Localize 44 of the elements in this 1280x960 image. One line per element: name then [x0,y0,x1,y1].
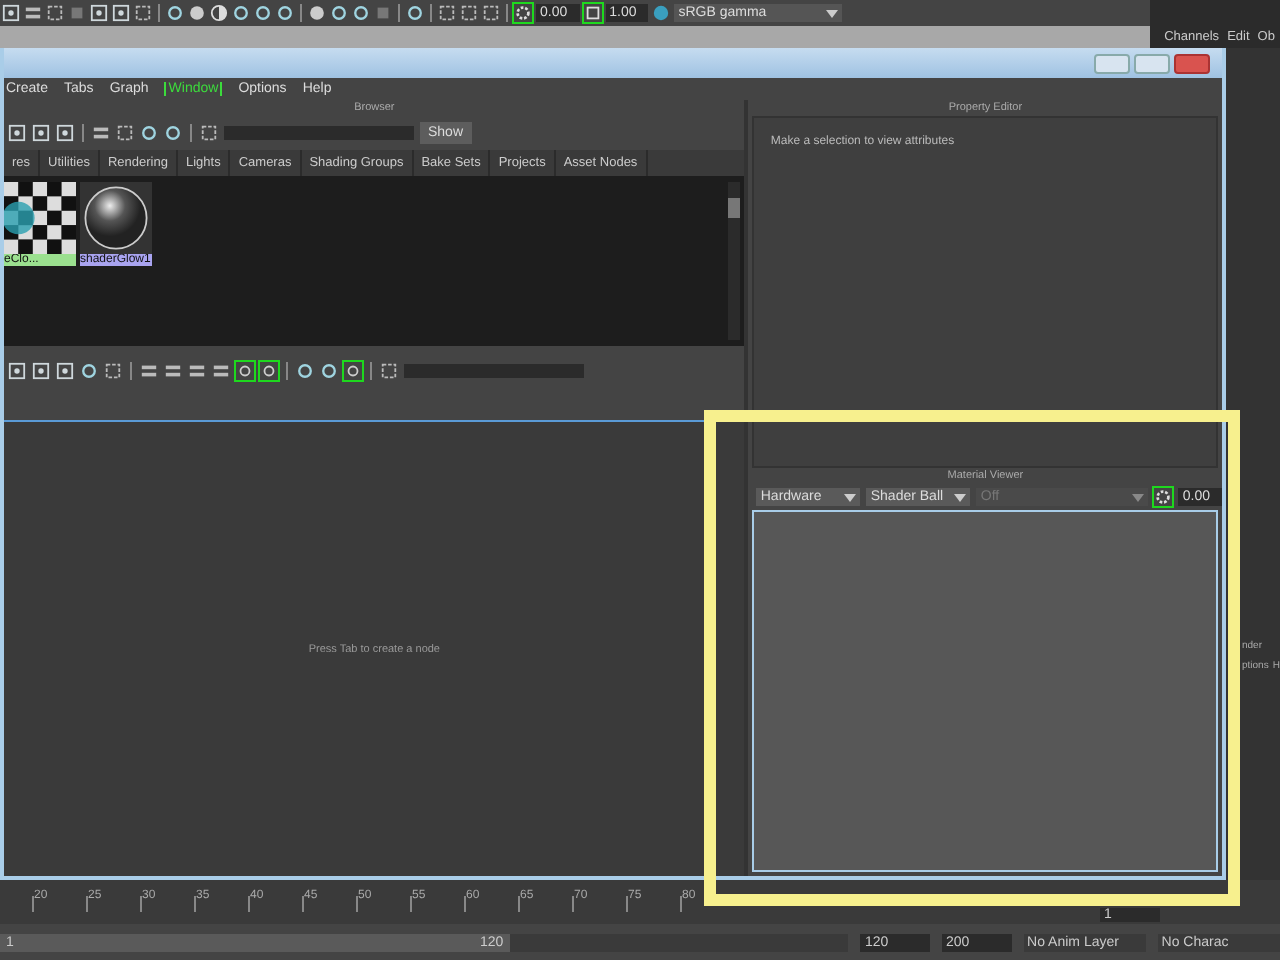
frame-icon[interactable] [380,362,398,380]
checker-swatch[interactable] [4,182,76,254]
bars-icon[interactable] [140,362,158,380]
grid-icon[interactable] [90,4,108,22]
frame-icon[interactable] [116,124,134,142]
bars-icon[interactable] [212,362,230,380]
grid-icon[interactable] [2,4,20,22]
sphere-icon[interactable] [308,4,326,22]
search-field[interactable] [224,126,414,140]
caret-icon [1132,493,1145,501]
caret-icon [954,493,967,501]
grid-icon[interactable] [8,362,26,380]
search-field[interactable] [404,364,584,378]
grid-icon[interactable] [32,124,50,142]
bracketed-icon[interactable] [344,362,362,380]
ring-icon[interactable] [80,362,98,380]
ring-icon[interactable] [166,4,184,22]
gear-icon[interactable] [514,4,532,22]
bracketed-icon[interactable] [260,362,278,380]
grid-icon[interactable] [56,124,74,142]
bars-icon[interactable] [92,124,110,142]
frame-icon[interactable] [46,4,64,22]
ring-icon[interactable] [406,4,424,22]
color-management-icon[interactable] [652,4,671,22]
bracketed-icon[interactable] [236,362,254,380]
caret-icon [826,9,839,17]
gear-icon[interactable] [1154,488,1173,506]
grid-icon[interactable] [32,362,50,380]
bars-icon[interactable] [188,362,206,380]
frame-icon[interactable] [104,362,122,380]
close-button[interactable] [1174,53,1210,73]
gamma-icon[interactable] [583,4,602,22]
frame-icon[interactable] [200,124,218,142]
caret-icon [844,493,857,501]
scrollbar[interactable] [728,182,741,340]
frame-icon[interactable] [134,4,152,22]
grid-icon[interactable] [112,4,130,22]
half-circle-icon[interactable] [210,4,228,22]
grid-icon[interactable] [8,124,26,142]
bars-icon[interactable] [164,362,182,380]
grid-icon[interactable] [56,362,74,380]
sphere-icon[interactable] [188,4,206,22]
bars-icon[interactable] [24,4,42,22]
sphere-swatch[interactable] [80,182,152,254]
